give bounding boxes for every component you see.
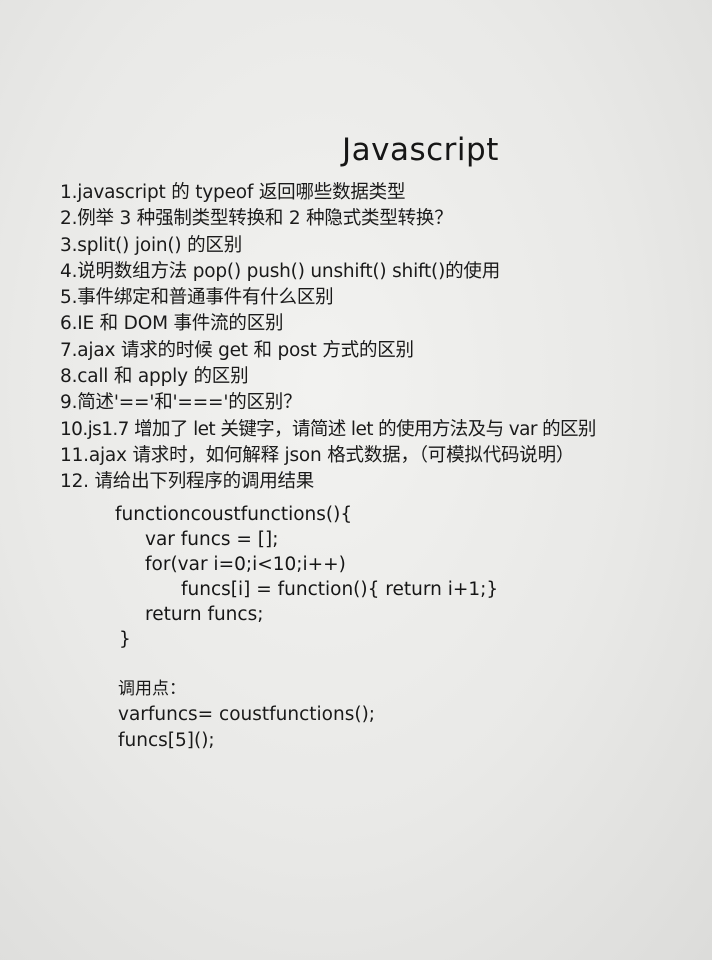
code-line: var funcs = []; bbox=[145, 529, 279, 550]
question-item: 2.例举 3 种强制类型转换和 2 种隐式类型转换？ bbox=[60, 208, 453, 230]
question-item: 8.call 和 apply 的区别 bbox=[60, 366, 249, 388]
call-site-label: 调用点： bbox=[118, 679, 186, 699]
question-item: 5.事件绑定和普通事件有什么区别 bbox=[60, 287, 334, 309]
code-line: functioncoustfunctions(){ bbox=[115, 504, 353, 525]
question-item: 11.ajax 请求时，如何解释 json 格式数据，（可模拟代码说明） bbox=[60, 444, 575, 466]
question-item: 6.IE 和 DOM 事件流的区别 bbox=[60, 313, 284, 335]
question-item: 3.split() join() 的区别 bbox=[60, 234, 243, 256]
code-line: } bbox=[119, 629, 131, 650]
question-item: 10.js1.7 增加了 let 关键字，请简述 let 的使用方法及与 var… bbox=[60, 418, 596, 440]
question-item: 12. 请给出下列程序的调用结果 bbox=[60, 471, 315, 493]
question-list: 1.javascript 的 typeof 返回哪些数据类型 2.例举 3 种强… bbox=[60, 180, 710, 496]
code-line: funcs[i] = function(){ return i+1;} bbox=[181, 579, 499, 600]
code-block: functioncoustfunctions(){ var funcs = []… bbox=[115, 502, 498, 652]
call-line: varfuncs= coustfunctions(); bbox=[118, 704, 376, 725]
call-line: funcs[5](); bbox=[118, 730, 215, 751]
question-item: 9.简述'=='和'==='的区别？ bbox=[60, 392, 302, 414]
code-line: return funcs; bbox=[145, 604, 264, 625]
question-item: 7.ajax 请求的时候 get 和 post 方式的区别 bbox=[60, 339, 414, 361]
document-title: Javascript bbox=[342, 132, 499, 168]
call-site-block: 调用点： varfuncs= coustfunctions(); funcs[5… bbox=[118, 676, 375, 754]
question-item: 4.说明数组方法 pop() push() unshift() shift()的… bbox=[60, 260, 500, 282]
code-line: for(var i=0;i<10;i++) bbox=[145, 554, 346, 575]
paper-sheet: Javascript 1.javascript 的 typeof 返回哪些数据类… bbox=[0, 0, 712, 960]
question-item: 1.javascript 的 typeof 返回哪些数据类型 bbox=[60, 182, 406, 203]
